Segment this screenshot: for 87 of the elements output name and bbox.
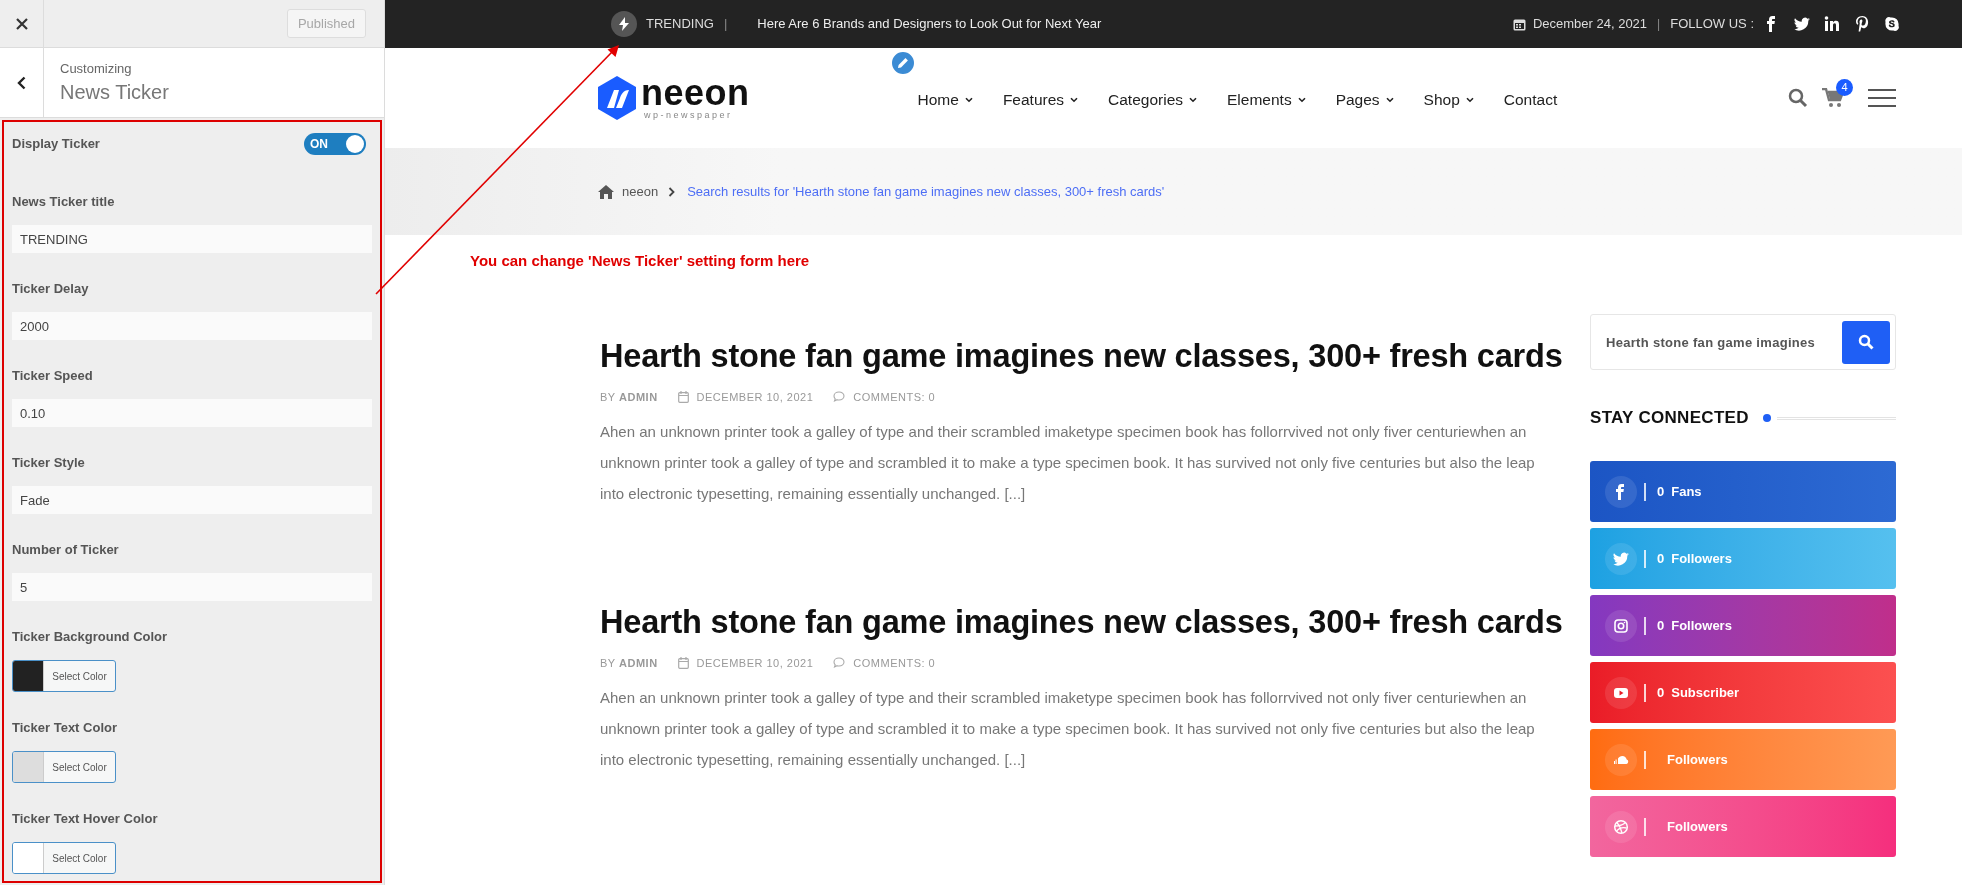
ticker-headline[interactable]: Here Are 6 Brands and Designers to Look Out for Next Year [757,14,1102,34]
follower-count: 0 [1657,482,1665,501]
social-counter-bar[interactable]: 0 Fans [1590,461,1896,522]
breadcrumb-current: Search results for 'Hearth stone fan game imagines new classes, 300+ fresh cards' [687,182,1165,201]
calendar-icon [677,391,689,403]
follower-count: 0 [1657,549,1665,568]
close-icon[interactable] [15,17,28,30]
header-divider: | [1657,16,1661,33]
color-picker-button[interactable]: Select Color [12,751,116,783]
header-date: December 24, 2021 [1532,15,1648,34]
nav-link[interactable]: Contact [1503,88,1558,112]
menu-icon[interactable] [1868,89,1896,107]
control-label: Ticker Speed [12,367,94,386]
post-date: DECEMBER 10, 2021 [696,655,814,671]
breadcrumb-link[interactable]: neeon [622,181,659,202]
chevron-right-icon [668,186,676,197]
panel-context: Customizing [60,59,133,78]
post-author: BY ADMIN [600,389,658,405]
bolt-icon [611,11,637,37]
social-icon [1613,550,1629,567]
control-label: Number of Ticker [12,541,120,560]
comment-icon [833,657,848,669]
search-icon[interactable] [1788,88,1808,108]
social-icon[interactable] [1824,16,1840,32]
edit-pencil-button[interactable] [890,50,916,76]
control-label: Ticker Background Color [12,628,169,647]
hexagon-logo-icon [598,76,636,120]
social-icon [1613,818,1629,835]
text-field[interactable]: 5 [12,573,372,601]
post-author: BY ADMIN [600,655,658,671]
text-field[interactable]: Fade [12,486,372,514]
text-field[interactable]: TRENDING [12,225,372,253]
nav-link[interactable]: Home [917,88,973,112]
follower-label: Fans [1671,482,1702,501]
search-button[interactable] [1842,320,1890,364]
control-label: Ticker Style [12,454,86,473]
color-picker-button[interactable]: Select Color [12,660,116,692]
text-field[interactable]: 0.10 [12,399,372,427]
toggle-switch[interactable]: ON [304,133,366,155]
social-counter-bar[interactable]: 0 Subscriber [1590,662,1896,723]
nav-link[interactable]: Elements [1227,88,1306,112]
follower-label: Followers [1671,549,1732,568]
post-date: DECEMBER 10, 2021 [696,389,814,405]
follower-label: Followers [1667,750,1728,769]
post-title[interactable]: Hearth stone fan game imagines new classes, 300+ fresh cards [600,602,1562,642]
section-heading: STAY CONNECTED [1590,407,1749,430]
control-label: Ticker Delay [12,280,90,299]
social-counter-bar[interactable]: 0 Followers [1590,595,1896,656]
search-field[interactable]: Hearth stone fan game imagines [1606,315,1842,369]
nav-link[interactable]: Features [1002,88,1079,112]
control-label: Display Ticker [12,135,100,154]
nav-link[interactable]: Pages [1335,88,1394,112]
panel-title: News Ticker [60,79,169,105]
follower-label: Followers [1671,616,1732,635]
social-icon[interactable] [1854,16,1870,32]
text-field[interactable]: 2000 [12,312,372,340]
comment-icon [833,391,848,403]
follower-count: 0 [1657,616,1665,635]
control-label: Ticker Text Hover Color [12,810,159,829]
control-label: Ticker Text Color [12,719,118,738]
annotation-text: You can change 'News Ticker' setting form here [470,251,810,271]
social-icon[interactable] [1794,16,1810,32]
nav-link[interactable]: Categories [1108,88,1197,112]
ticker-separator: | [723,15,728,34]
nav-link[interactable]: Shop [1423,88,1474,112]
calendar-icon [1512,17,1526,31]
search-box[interactable]: Hearth stone fan game imagines [1590,314,1896,370]
ticker-title: TRENDING [646,15,714,34]
color-picker-button[interactable]: Select Color [12,842,116,874]
back-icon[interactable] [17,75,26,90]
home-icon [598,184,614,199]
follower-label: Subscriber [1671,683,1740,702]
cart-count-badge: 4 [1836,79,1853,96]
control-label: News Ticker title [12,193,116,212]
social-icon [1613,617,1629,634]
follower-label: Followers [1667,817,1728,836]
pencil-icon [897,57,909,69]
logo-wordmark: neeon [641,76,750,110]
search-icon [1858,334,1874,350]
logo-tagline: wp-newspaper [643,110,734,120]
post-title[interactable]: Hearth stone fan game imagines new classes, 300+ fresh cards [600,336,1562,376]
follower-count: 0 [1657,683,1665,702]
social-icon[interactable] [1884,16,1900,32]
post-excerpt: Ahen an unknown printer took a galley of type and their scrambled imaketype specimen book has follorrvived not only fiver centuriewhen an unknown printer took a galley of type and scrambled it to make a type specimen book. It has survived not only five centuries but also the leap into electronic typesetting, remaining essentially unchanged. [...] [600,422,1536,504]
calendar-icon [677,657,689,669]
follow-label: FOLLOW US : [1670,15,1754,34]
post-excerpt: Ahen an unknown printer took a galley of type and their scrambled imaketype specimen book has follorrvived not only fiver centuriewhen an unknown printer took a galley of type and scrambled it to make a type specimen book. It has survived not only five centuries but also the leap into electronic typesetting, remaining essentially unchanged. [...] [600,688,1536,770]
